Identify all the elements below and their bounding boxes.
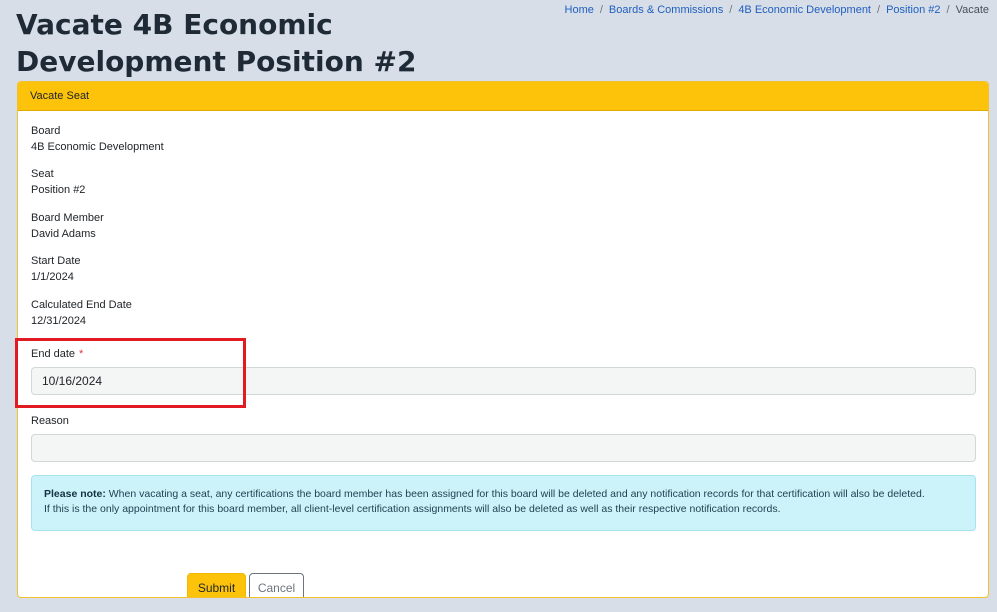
calculated-end-date-value: 12/31/2024 [31, 315, 87, 327]
required-marker: * [79, 348, 84, 360]
reason-label-row: Reason [31, 413, 69, 429]
board-field: Board 4B Economic Development [31, 123, 164, 155]
note-line-2: If this is the only appointment for this… [44, 503, 781, 515]
board-member-field: Board Member David Adams [31, 210, 104, 242]
note-bold: Please note: [44, 488, 106, 500]
breadcrumb-separator: / [599, 4, 603, 16]
breadcrumb-separator: / [946, 4, 950, 16]
end-date-input[interactable]: 10/16/2024 [31, 367, 976, 395]
note-text-1: When vacating a seat, any certifications… [105, 488, 925, 500]
card-header: Vacate Seat [18, 82, 988, 111]
reason-label: Reason [31, 415, 69, 427]
breadcrumb-separator: / [729, 4, 733, 16]
note-line-1: Please note: When vacating a seat, any c… [44, 487, 963, 502]
start-date-field: Start Date 1/1/2024 [31, 253, 81, 285]
calculated-end-date-field: Calculated End Date 12/31/2024 [31, 297, 132, 329]
breadcrumb-board[interactable]: 4B Economic Development [738, 4, 871, 16]
board-value: 4B Economic Development [31, 141, 164, 153]
seat-label: Seat [31, 168, 54, 180]
breadcrumb-separator: / [877, 4, 881, 16]
board-member-label: Board Member [31, 212, 104, 224]
start-date-label: Start Date [31, 255, 81, 267]
seat-field: Seat Position #2 [31, 166, 85, 198]
start-date-value: 1/1/2024 [31, 271, 74, 283]
breadcrumb-position[interactable]: Position #2 [886, 4, 940, 16]
reason-input[interactable] [31, 434, 976, 462]
end-date-label-row: End date * [31, 346, 83, 362]
breadcrumb-boards-commissions[interactable]: Boards & Commissions [609, 4, 723, 16]
breadcrumb-home[interactable]: Home [565, 4, 594, 16]
please-note-alert: Please note: When vacating a seat, any c… [31, 475, 976, 531]
breadcrumb: Home / Boards & Commissions / 4B Economi… [565, 4, 989, 16]
end-date-label: End date [31, 348, 76, 360]
board-member-value: David Adams [31, 228, 96, 240]
submit-button[interactable]: Submit [187, 573, 246, 597]
breadcrumb-current: Vacate [955, 4, 989, 16]
cancel-button[interactable]: Cancel [249, 573, 304, 597]
vacate-seat-card: Vacate Seat Board 4B Economic Developmen… [17, 81, 989, 598]
board-label: Board [31, 125, 61, 137]
seat-value: Position #2 [31, 184, 86, 196]
page-title: Vacate 4B Economic Development Position … [16, 8, 417, 78]
calculated-end-date-label: Calculated End Date [31, 299, 132, 311]
